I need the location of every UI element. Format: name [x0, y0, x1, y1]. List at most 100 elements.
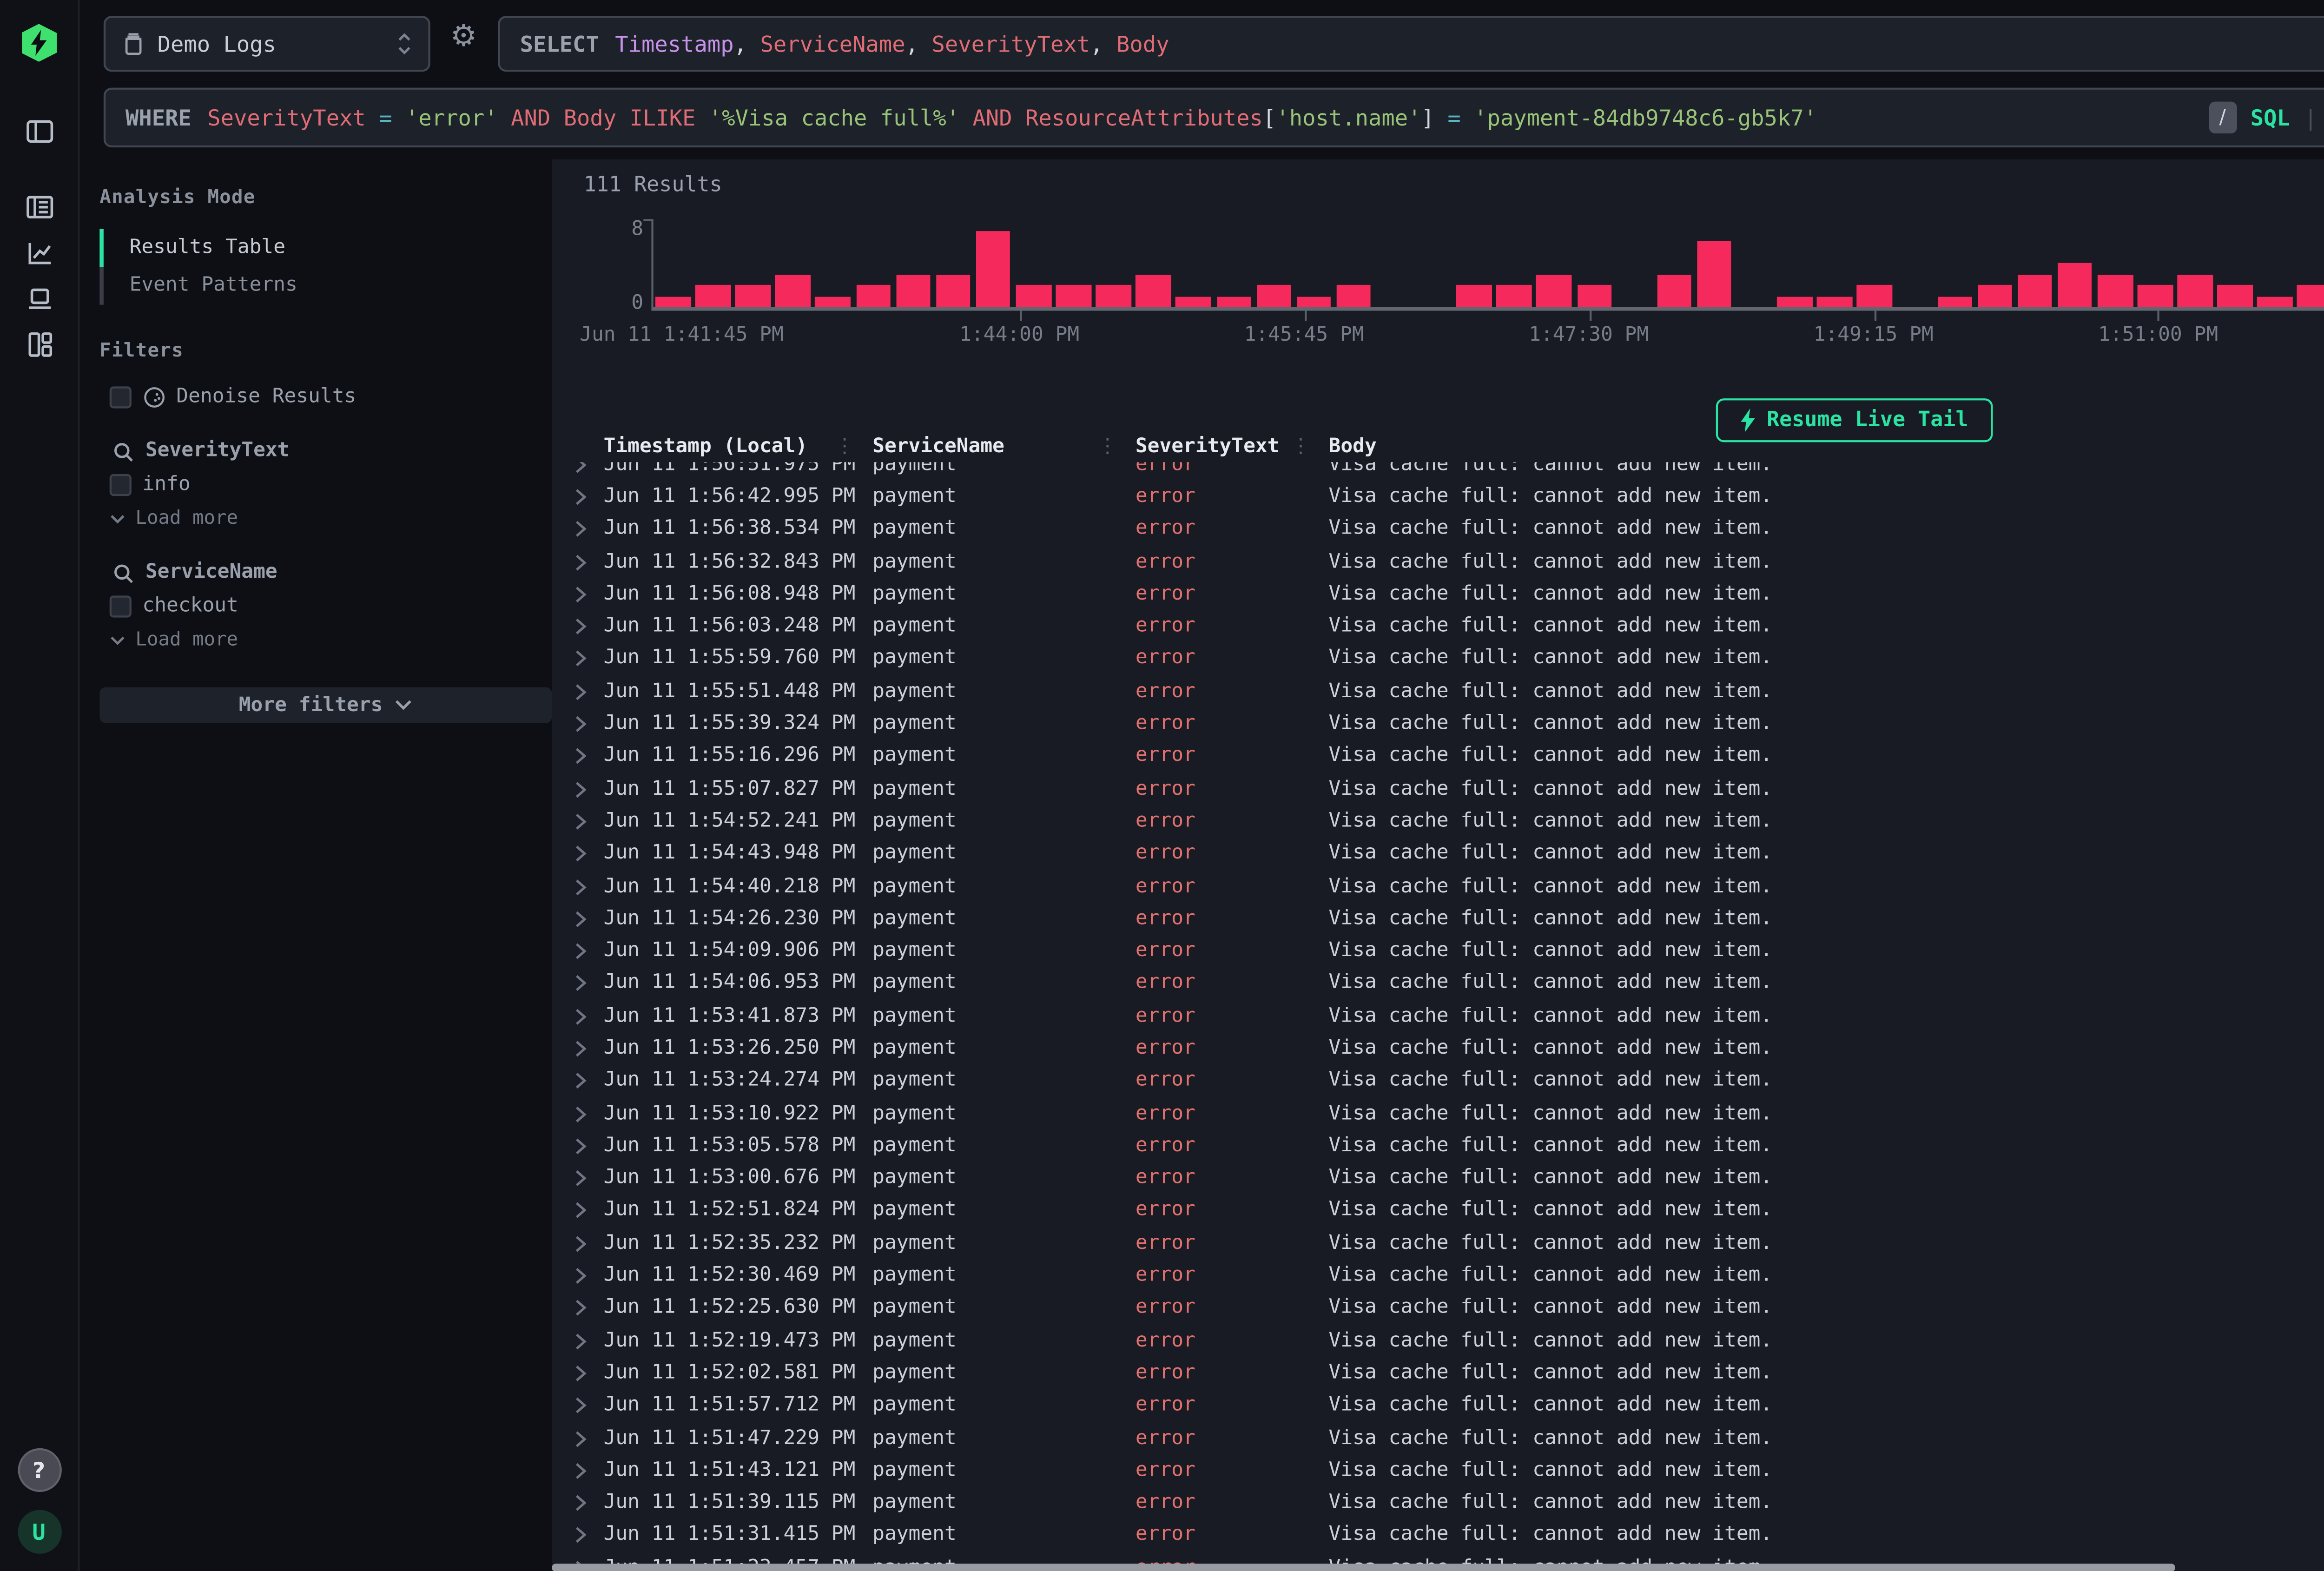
row-expand-chevron-icon[interactable] [574, 1527, 588, 1545]
row-expand-chevron-icon[interactable] [574, 1007, 588, 1025]
row-expand-chevron-icon[interactable] [574, 1462, 588, 1480]
histogram-bar[interactable] [1296, 296, 1331, 307]
row-expand-chevron-icon[interactable] [574, 845, 588, 863]
table-row[interactable]: Jun 11 1:53:26.250 PMpaymenterrorVisa ca… [552, 1032, 2324, 1065]
nav-search-logs-icon[interactable] [21, 189, 57, 225]
histogram-bar[interactable] [695, 285, 730, 307]
histogram-bar[interactable] [2017, 274, 2052, 307]
histogram-bar[interactable] [1336, 285, 1371, 307]
table-row[interactable]: Jun 11 1:55:07.827 PMpaymenterrorVisa ca… [552, 773, 2324, 805]
table-row[interactable]: Jun 11 1:56:03.248 PMpaymenterrorVisa ca… [552, 611, 2324, 643]
histogram-bar[interactable] [1537, 274, 1571, 307]
row-expand-chevron-icon[interactable] [574, 1494, 588, 1512]
denoise-results-toggle[interactable]: Denoise Results [99, 386, 552, 408]
histogram-bar[interactable] [1096, 285, 1131, 307]
table-row[interactable]: Jun 11 1:53:41.873 PMpaymenterrorVisa ca… [552, 1000, 2324, 1033]
row-expand-chevron-icon[interactable] [574, 715, 588, 733]
table-row[interactable]: Jun 11 1:56:42.995 PMpaymenterrorVisa ca… [552, 481, 2324, 513]
histogram-bar[interactable] [896, 274, 931, 307]
filter-option-checkout[interactable]: checkout [99, 595, 552, 617]
table-row[interactable]: Jun 11 1:54:52.241 PMpaymenterrorVisa ca… [552, 805, 2324, 838]
app-logo[interactable] [21, 24, 57, 61]
table-row[interactable]: Jun 11 1:56:32.843 PMpaymenterrorVisa ca… [552, 546, 2324, 578]
row-expand-chevron-icon[interactable] [574, 1365, 588, 1383]
user-avatar[interactable]: U [17, 1510, 60, 1554]
row-expand-chevron-icon[interactable] [574, 1300, 588, 1318]
row-expand-chevron-icon[interactable] [574, 1332, 588, 1350]
histogram-bar[interactable] [1577, 285, 1611, 307]
table-row[interactable]: Jun 11 1:52:30.469 PMpaymenterrorVisa ca… [552, 1260, 2324, 1292]
histogram-bar[interactable] [655, 296, 690, 307]
row-expand-chevron-icon[interactable] [574, 1105, 588, 1123]
histogram-bar[interactable] [1176, 296, 1211, 307]
histogram-bar[interactable] [1657, 274, 1692, 307]
horizontal-scrollbar-thumb[interactable] [552, 1564, 2175, 1571]
histogram-bar[interactable] [776, 274, 811, 307]
histogram-bar[interactable] [856, 285, 891, 307]
analysis-mode-event-patterns[interactable]: Event Patterns [99, 267, 552, 304]
source-select[interactable]: Demo Logs [104, 16, 430, 72]
row-expand-chevron-icon[interactable] [574, 650, 588, 668]
table-row[interactable]: Jun 11 1:56:38.534 PMpaymenterrorVisa ca… [552, 513, 2324, 546]
table-row[interactable]: Jun 11 1:51:57.712 PMpaymenterrorVisa ca… [552, 1390, 2324, 1422]
table-row[interactable]: Jun 11 1:53:05.578 PMpaymenterrorVisa ca… [552, 1130, 2324, 1162]
row-expand-chevron-icon[interactable] [574, 1169, 588, 1188]
row-expand-chevron-icon[interactable] [574, 1397, 588, 1415]
nav-chart-explorer-icon[interactable] [21, 235, 57, 271]
row-expand-chevron-icon[interactable] [574, 910, 588, 928]
table-row[interactable]: Jun 11 1:53:10.922 PMpaymenterrorVisa ca… [552, 1097, 2324, 1130]
histogram-bar[interactable] [2298, 285, 2324, 307]
histogram-bar[interactable] [1136, 274, 1171, 307]
table-row[interactable]: Jun 11 1:53:00.676 PMpaymenterrorVisa ca… [552, 1162, 2324, 1195]
histogram-bar[interactable] [1216, 296, 1251, 307]
histogram-bar[interactable] [735, 285, 770, 307]
row-expand-chevron-icon[interactable] [574, 585, 588, 603]
histogram-bar[interactable] [1256, 285, 1291, 307]
table-row[interactable]: Jun 11 1:52:25.630 PMpaymenterrorVisa ca… [552, 1292, 2324, 1325]
load-more-button[interactable]: Load more [99, 629, 552, 651]
histogram-bar[interactable] [1457, 285, 1492, 307]
column-resize-handle-icon[interactable]: ⋮ [835, 435, 872, 457]
histogram-bar[interactable] [2098, 274, 2133, 307]
histogram-bar[interactable] [2138, 285, 2172, 307]
nav-client-sessions-icon[interactable] [21, 281, 57, 317]
table-row[interactable]: Jun 11 1:54:43.948 PMpaymenterrorVisa ca… [552, 838, 2324, 870]
filter-checkbox[interactable] [110, 596, 131, 617]
filter-checkbox[interactable] [110, 475, 131, 495]
table-row[interactable]: Jun 11 1:54:06.953 PMpaymenterrorVisa ca… [552, 968, 2324, 1000]
column-resize-handle-icon[interactable]: ⋮ [1097, 435, 1135, 457]
histogram-bar[interactable] [1056, 285, 1091, 307]
row-expand-chevron-icon[interactable] [574, 488, 588, 506]
nav-dashboards-icon[interactable] [21, 327, 57, 363]
source-settings-gear-icon[interactable]: ⚙ [450, 22, 477, 52]
table-row[interactable]: Jun 11 1:55:59.760 PMpaymenterrorVisa ca… [552, 643, 2324, 675]
row-expand-chevron-icon[interactable] [574, 812, 588, 831]
sidebar-toggle-icon[interactable] [21, 113, 57, 149]
histogram-bar[interactable] [1857, 285, 1892, 307]
histogram-bar[interactable] [976, 230, 1010, 307]
row-expand-chevron-icon[interactable] [574, 1072, 588, 1090]
row-expand-chevron-icon[interactable] [574, 1267, 588, 1285]
table-row[interactable]: Jun 11 1:53:24.274 PMpaymenterrorVisa ca… [552, 1065, 2324, 1097]
histogram-bar[interactable] [1937, 296, 1972, 307]
resume-live-tail-button[interactable]: Resume Live Tail [1715, 398, 1992, 442]
histogram-bar[interactable] [816, 296, 851, 307]
help-button[interactable]: ? [17, 1448, 60, 1492]
where-filter-input[interactable]: WHERE SeverityText = 'error' AND Body IL… [104, 88, 2324, 148]
column-header-timestamp-local-[interactable]: Timestamp (Local)⋮ [604, 435, 873, 457]
more-filters-button[interactable]: More filters [99, 687, 552, 723]
row-expand-chevron-icon[interactable] [574, 521, 588, 539]
histogram-bar[interactable] [2057, 263, 2092, 307]
column-resize-handle-icon[interactable]: ⋮ [1291, 435, 1328, 457]
table-row[interactable]: Jun 11 1:56:08.948 PMpaymenterrorVisa ca… [552, 578, 2324, 611]
sql-mode-toggle[interactable]: SQL [2251, 105, 2290, 131]
table-row[interactable]: Jun 11 1:52:19.473 PMpaymenterrorVisa ca… [552, 1325, 2324, 1357]
select-columns-input[interactable]: SELECT Timestamp, ServiceName, SeverityT… [498, 16, 2324, 72]
histogram-bar[interactable] [936, 274, 971, 307]
histogram-bar[interactable] [2178, 274, 2212, 307]
histogram-bar[interactable] [1777, 296, 1812, 307]
table-row[interactable]: Jun 11 1:52:02.581 PMpaymenterrorVisa ca… [552, 1357, 2324, 1390]
histogram-bar[interactable] [2218, 285, 2252, 307]
table-row[interactable]: Jun 11 1:55:39.324 PMpaymenterrorVisa ca… [552, 708, 2324, 740]
table-row[interactable]: Jun 11 1:52:35.232 PMpaymenterrorVisa ca… [552, 1228, 2324, 1260]
